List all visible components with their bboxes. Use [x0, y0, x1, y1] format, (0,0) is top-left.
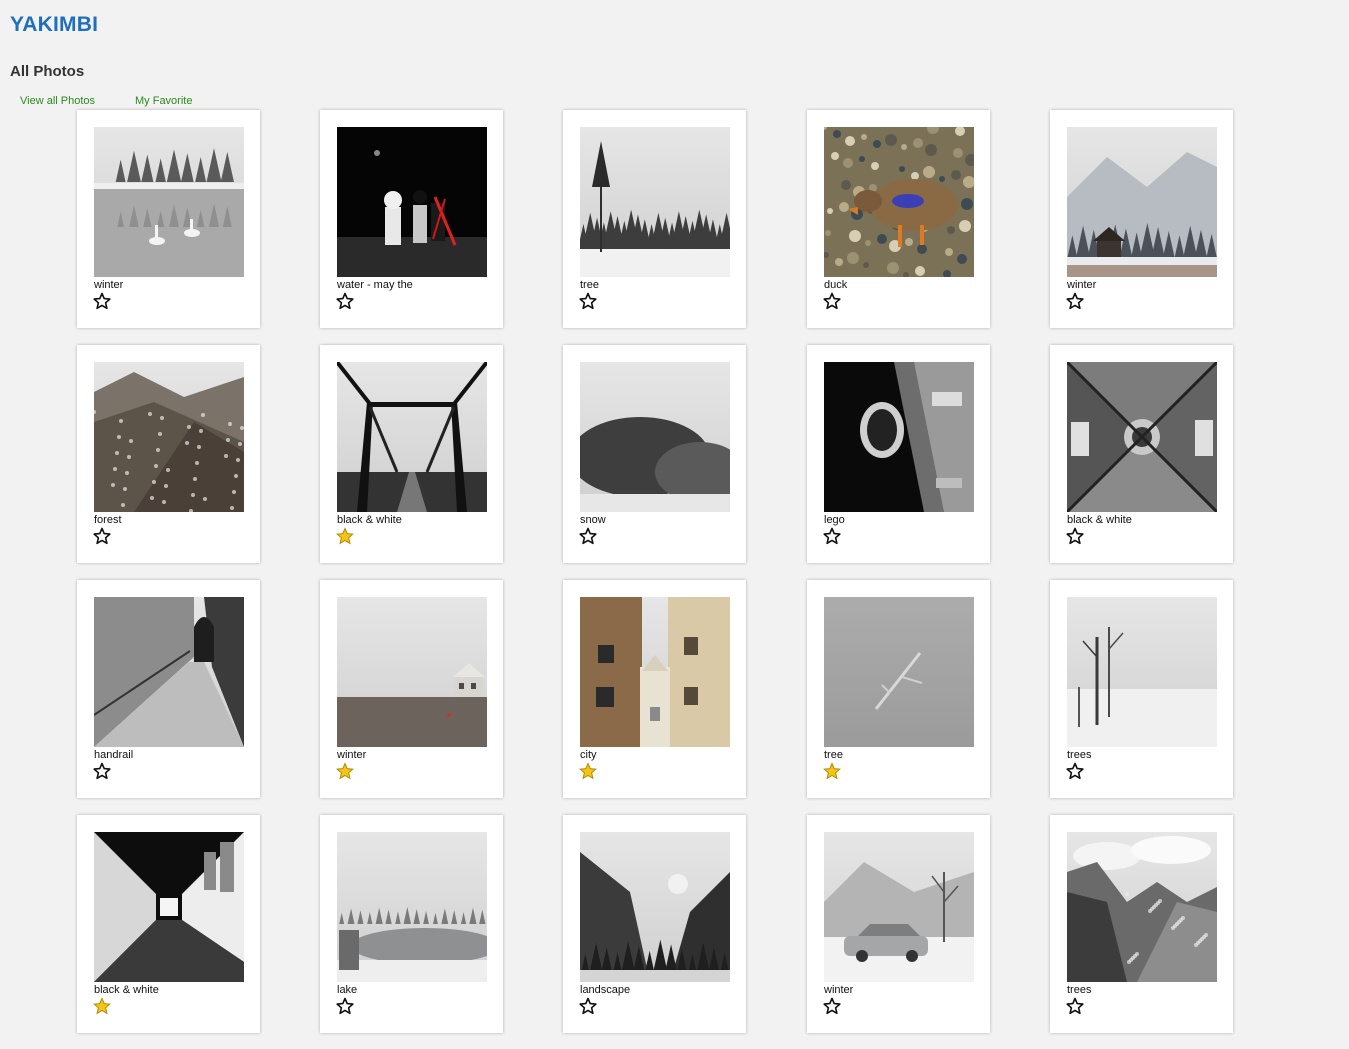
favorite-star-filled-icon[interactable] — [335, 762, 355, 780]
photo-thumbnail[interactable] — [94, 127, 244, 277]
photo-caption: black & white — [94, 984, 159, 996]
photo-thumbnail[interactable] — [824, 362, 974, 512]
photo-card: lake — [320, 815, 503, 1033]
favorite-star-outline-icon[interactable] — [1066, 527, 1084, 545]
photo-thumbnail[interactable] — [824, 597, 974, 747]
photo-thumbnail[interactable] — [824, 832, 974, 982]
photo-caption: landscape — [580, 984, 631, 996]
favorite-star-filled-icon[interactable] — [335, 527, 355, 545]
photo-card: black & white — [320, 345, 503, 563]
photo-card: landscape — [563, 815, 746, 1033]
photo-thumbnail[interactable] — [580, 362, 730, 512]
my-favorite-link[interactable]: My Favorite — [135, 95, 192, 107]
favorite-star-outline-icon[interactable] — [336, 292, 354, 310]
photo-thumbnail[interactable] — [94, 597, 244, 747]
photo-card: trees — [1050, 580, 1233, 798]
photo-caption: handrail — [94, 749, 134, 761]
photo-thumbnail[interactable] — [94, 832, 244, 982]
photo-thumbnail[interactable] — [337, 362, 487, 512]
photo-card: handrail — [77, 580, 260, 798]
photo-card: winter — [807, 815, 990, 1033]
photo-caption: black & white — [337, 514, 402, 526]
favorite-star-outline-icon[interactable] — [336, 997, 354, 1015]
photo-caption: winter — [94, 279, 124, 291]
favorite-star-outline-icon[interactable] — [579, 527, 597, 545]
photo-thumbnail[interactable] — [1067, 362, 1217, 512]
photo-caption: tree — [824, 749, 843, 761]
photo-card: winter — [320, 580, 503, 798]
photo-card: lego — [807, 345, 990, 563]
photo-card: forest — [77, 345, 260, 563]
page-title: All Photos — [10, 63, 85, 80]
favorite-star-outline-icon[interactable] — [579, 292, 597, 310]
photo-card: snow — [563, 345, 746, 563]
photo-caption: winter — [1067, 279, 1097, 291]
photo-thumbnail[interactable] — [580, 832, 730, 982]
photo-thumbnail[interactable] — [337, 832, 487, 982]
photo-thumbnail[interactable] — [580, 127, 730, 277]
photo-card: water - may the — [320, 110, 503, 328]
photo-thumbnail[interactable] — [1067, 127, 1217, 277]
photo-card: duck — [807, 110, 990, 328]
photo-caption: city — [580, 749, 597, 761]
photo-card: black & white — [77, 815, 260, 1033]
photo-caption: trees — [1067, 984, 1092, 996]
photo-thumbnail[interactable] — [580, 597, 730, 747]
photo-card: trees — [1050, 815, 1233, 1033]
favorite-star-outline-icon[interactable] — [823, 527, 841, 545]
favorite-star-filled-icon[interactable] — [92, 997, 112, 1015]
photo-card: city — [563, 580, 746, 798]
photo-caption: black & white — [1067, 514, 1132, 526]
photo-caption: lake — [337, 984, 358, 996]
view-all-photos-link[interactable]: View all Photos — [20, 95, 95, 107]
favorite-star-outline-icon[interactable] — [93, 527, 111, 545]
favorite-star-outline-icon[interactable] — [1066, 762, 1084, 780]
photo-thumbnail[interactable] — [824, 127, 974, 277]
favorite-star-filled-icon[interactable] — [822, 762, 842, 780]
photo-card: winter — [77, 110, 260, 328]
favorite-star-outline-icon[interactable] — [1066, 292, 1084, 310]
photo-caption: water - may the — [337, 279, 413, 291]
favorite-star-outline-icon[interactable] — [579, 997, 597, 1015]
photo-caption: winter — [337, 749, 367, 761]
favorite-star-filled-icon[interactable] — [578, 762, 598, 780]
photo-card: winter — [1050, 110, 1233, 328]
photo-thumbnail[interactable] — [1067, 832, 1217, 982]
photo-caption: lego — [824, 514, 845, 526]
photo-thumbnail[interactable] — [337, 127, 487, 277]
app-logo[interactable]: YAKIMBI — [10, 13, 98, 37]
photo-thumbnail[interactable] — [94, 362, 244, 512]
photo-caption: tree — [580, 279, 599, 291]
favorite-star-outline-icon[interactable] — [823, 997, 841, 1015]
photo-thumbnail[interactable] — [337, 597, 487, 747]
photo-caption: duck — [824, 279, 848, 291]
favorite-star-outline-icon[interactable] — [93, 292, 111, 310]
photo-card: black & white — [1050, 345, 1233, 563]
photo-thumbnail[interactable] — [1067, 597, 1217, 747]
photo-card: tree — [563, 110, 746, 328]
photo-caption: winter — [824, 984, 854, 996]
favorite-star-outline-icon[interactable] — [1066, 997, 1084, 1015]
favorite-star-outline-icon[interactable] — [823, 292, 841, 310]
favorite-star-outline-icon[interactable] — [93, 762, 111, 780]
photo-caption: forest — [94, 514, 122, 526]
photo-caption: snow — [580, 514, 606, 526]
photo-caption: trees — [1067, 749, 1092, 761]
photo-card: tree — [807, 580, 990, 798]
